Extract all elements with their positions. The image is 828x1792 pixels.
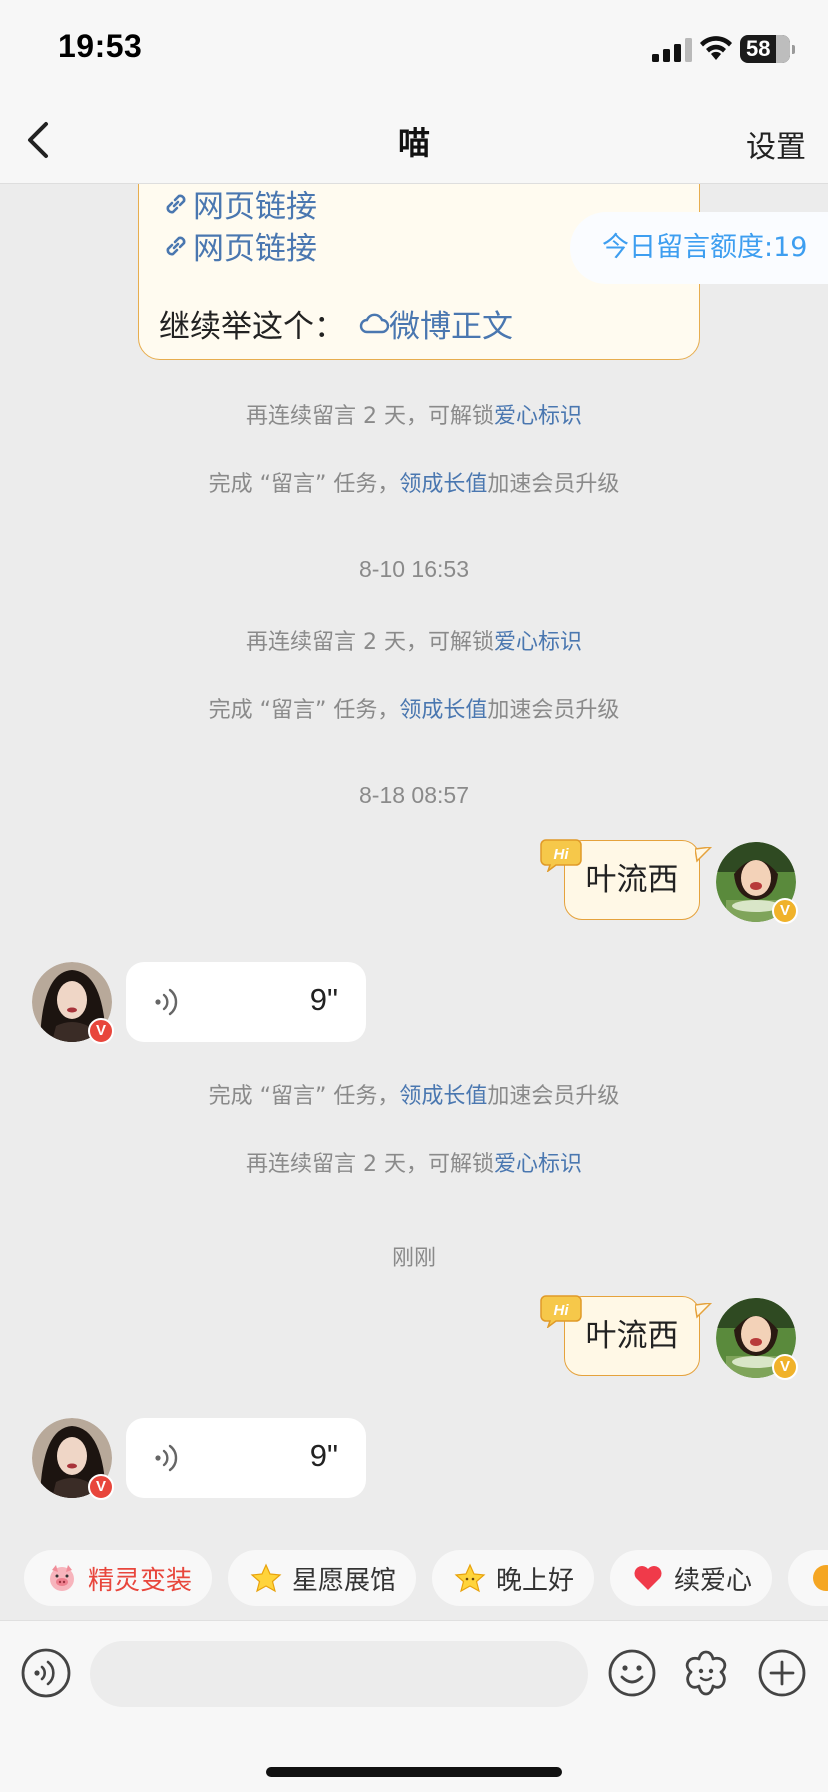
- web-link-1[interactable]: 网页链接: [161, 181, 317, 226]
- message-text-input[interactable]: [90, 1641, 588, 1707]
- chip-label: 星愿展馆: [292, 1565, 397, 1596]
- love-badge-link[interactable]: 爱心标识: [494, 1152, 582, 1177]
- task-suffix: 加速会员升级: [487, 472, 620, 497]
- contact-avatar[interactable]: V: [32, 1418, 114, 1500]
- system-message-unlock: 再连续留言 2 天，可解锁爱心标识: [0, 398, 828, 430]
- verified-badge-icon: V: [772, 898, 798, 924]
- home-indicator: [266, 1767, 562, 1777]
- cloud-icon: [359, 313, 389, 333]
- unlock-text: 再连续留言 2 天，可解锁: [246, 1152, 494, 1177]
- hi-sticker-icon: Hi: [540, 839, 582, 872]
- daily-quota-badge: 今日留言额度:19: [570, 212, 828, 284]
- star-icon: [454, 1563, 486, 1593]
- unlock-text: 再连续留言 2 天，可解锁: [246, 404, 494, 429]
- voice-duration: 9": [309, 982, 338, 1017]
- verified-badge-icon: V: [88, 1018, 114, 1044]
- growth-value-link[interactable]: 领成长值: [399, 472, 487, 497]
- system-message-unlock: 再连续留言 2 天，可解锁爱心标识: [0, 1146, 828, 1178]
- system-message-task: 完成 “留言” 任务，领成长值加速会员升级: [0, 1078, 828, 1110]
- nav-bar: 喵 设置: [0, 96, 828, 184]
- chip-good-evening[interactable]: 晚上好: [432, 1550, 594, 1606]
- love-badge-link[interactable]: 爱心标识: [494, 404, 582, 429]
- link-icon: [166, 236, 186, 255]
- task-text: 完成 “留言” 任务，: [208, 698, 400, 723]
- chip-renew-heart[interactable]: 续爱心: [610, 1550, 772, 1606]
- status-time: 19:53: [58, 28, 143, 64]
- timestamp: 刚刚: [391, 1246, 436, 1271]
- timestamp: 8-18 08:57: [359, 782, 469, 808]
- page-title: 喵: [397, 124, 430, 162]
- wifi-icon: [700, 36, 732, 60]
- cellular-signal-icon: [652, 38, 692, 62]
- bubble-tail: [695, 847, 713, 863]
- growth-value-link[interactable]: 领成长值: [399, 1084, 487, 1109]
- pig-face-icon: [50, 1565, 74, 1591]
- chip-label: 晚上好: [496, 1565, 575, 1596]
- status-bar: 19:53 58: [0, 0, 828, 96]
- contact-avatar[interactable]: V: [32, 962, 114, 1044]
- chip-sprite-costume[interactable]: 精灵变装: [24, 1550, 212, 1606]
- voice-duration: 9": [309, 1438, 338, 1473]
- hi-sticker-icon: Hi: [540, 1295, 582, 1328]
- verified-badge-icon: V: [88, 1474, 114, 1500]
- message-input-bar: [0, 1620, 828, 1792]
- svg-text:Hi: Hi: [554, 846, 570, 863]
- timestamp: 8-10 16:53: [359, 556, 469, 582]
- system-message-task: 完成 “留言” 任务，领成长值加速会员升级: [0, 692, 828, 724]
- coin-icon: [813, 1565, 828, 1591]
- bubble-tail: [695, 1303, 713, 1319]
- chip-label: 精灵变装: [88, 1565, 193, 1596]
- voice-wave-icon: [155, 1444, 178, 1472]
- quick-action-chips: 精灵变装 星愿展馆 晚上好 续爱心: [24, 1550, 828, 1606]
- weibo-post-link[interactable]: 微博正文: [359, 301, 513, 346]
- sent-message-bubble[interactable]: 叶流西: [564, 840, 713, 920]
- continue-label: 继续举这个：: [159, 309, 345, 345]
- my-avatar[interactable]: V: [716, 842, 798, 924]
- web-link-2-label: 网页链接: [193, 231, 317, 267]
- sent-message-text: 叶流西: [585, 862, 679, 898]
- star-icon: [250, 1563, 282, 1593]
- system-message-unlock: 再连续留言 2 天，可解锁爱心标识: [0, 624, 828, 656]
- love-badge-link[interactable]: 爱心标识: [494, 630, 582, 655]
- battery-level: 58: [746, 36, 771, 61]
- task-suffix: 加速会员升级: [487, 1084, 620, 1109]
- task-text: 完成 “留言” 任务，: [208, 472, 400, 497]
- web-link-2[interactable]: 网页链接: [161, 223, 317, 268]
- svg-text:Hi: Hi: [554, 1302, 570, 1319]
- link-icon: [166, 194, 186, 213]
- voice-message-bubble[interactable]: 9": [126, 1418, 366, 1498]
- my-avatar[interactable]: V: [716, 1298, 798, 1380]
- web-link-1-label: 网页链接: [193, 189, 317, 225]
- plus-circle-icon[interactable]: [756, 1647, 808, 1699]
- unlock-text: 再连续留言 2 天，可解锁: [246, 630, 494, 655]
- chip-wish-gallery[interactable]: 星愿展馆: [228, 1550, 416, 1606]
- weibo-post-label: 微博正文: [389, 309, 513, 345]
- growth-value-link[interactable]: 领成长值: [399, 698, 487, 723]
- chip-more[interactable]: [788, 1550, 828, 1606]
- sticker-flower-icon[interactable]: [680, 1647, 732, 1699]
- voice-message-bubble[interactable]: 9": [126, 962, 366, 1042]
- verified-badge-icon: V: [772, 1354, 798, 1380]
- chip-label: 续爱心: [674, 1565, 753, 1596]
- sent-message-bubble[interactable]: 叶流西: [564, 1296, 713, 1376]
- emoji-icon[interactable]: [606, 1647, 658, 1699]
- settings-button[interactable]: 设置: [746, 122, 806, 166]
- voice-wave-icon: [155, 988, 178, 1016]
- system-message-task: 完成 “留言” 任务，领成长值加速会员升级: [0, 466, 828, 498]
- task-text: 完成 “留言” 任务，: [208, 1084, 400, 1109]
- battery-indicator: 58: [740, 35, 795, 63]
- heart-icon: [634, 1566, 662, 1590]
- task-suffix: 加速会员升级: [487, 698, 620, 723]
- sent-message-text: 叶流西: [585, 1318, 679, 1354]
- continue-report-line: 继续举这个： 微博正文: [159, 301, 513, 346]
- voice-input-icon[interactable]: [20, 1647, 72, 1699]
